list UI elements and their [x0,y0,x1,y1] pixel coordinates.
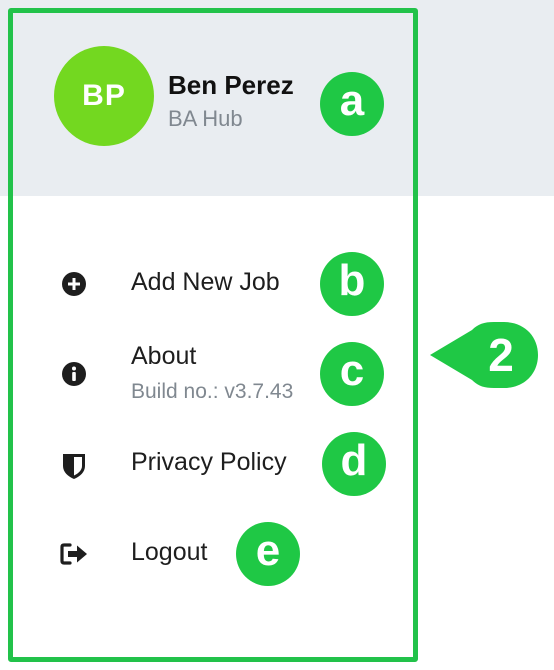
section-marker-number: 2 [488,329,514,381]
callout-badge-a: a [320,72,384,136]
callout-badge-e: e [236,522,300,586]
callout-badge-b: b [320,252,384,316]
callout-badge-c: c [320,342,384,406]
drawer-screenshot: BP Ben Perez BA Hub Add New Job About Bu… [0,0,554,670]
callout-badge-d: d [322,432,386,496]
